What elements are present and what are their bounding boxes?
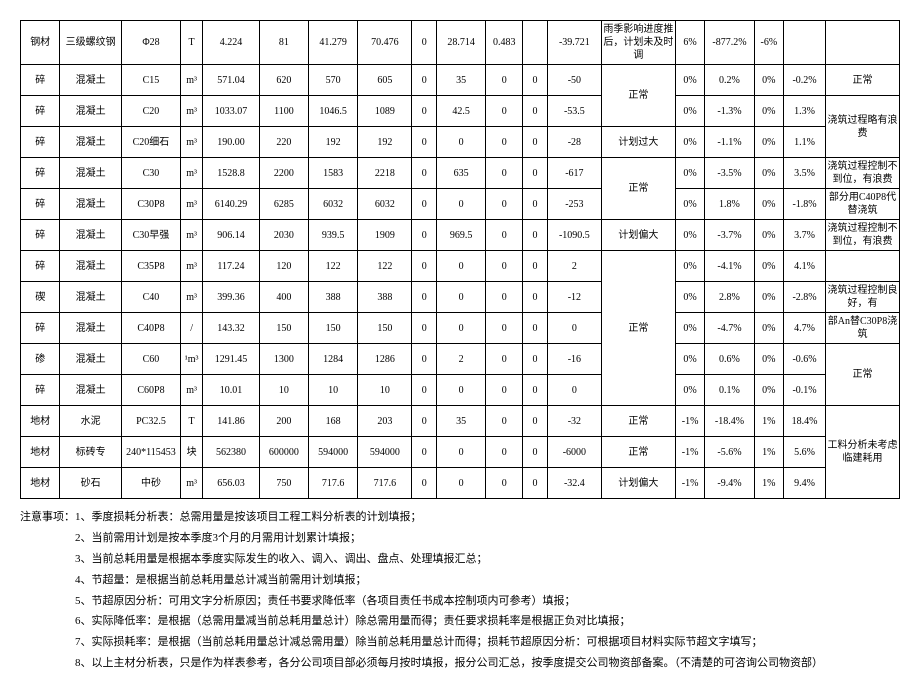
table-row: 地材砂石中砂m³ 656.03750717.6717.6 0000 -32.4计… (21, 468, 900, 499)
table-row: 碎混凝土C60P8m³ 10.01101010 0000 00%0.1% 0%-… (21, 375, 900, 406)
table-row: 碶混凝土C40m³ 399.36400388388 0000 -120%2.8%… (21, 282, 900, 313)
note-8: 8、以上主材分析表，只是作为样表参考，各分公司项目部必须每月按时填报，报分公司汇… (20, 653, 900, 674)
table-row: 碎混凝土C15m³ 571.04620570605 03500 -50正常0%0… (21, 65, 900, 96)
table-row: 地材水泥PC32.5T 141.86200168203 03500 -32正常-… (21, 406, 900, 437)
table-row: 碜混凝土C60¹m³ 1291.45130012841286 0200 -160… (21, 344, 900, 375)
table-row: 碎混凝土C30P8m³ 6140.29628560326032 0000 -25… (21, 189, 900, 220)
table-row: 钢材三级螺纹钢Φ28T 4.2248141.27970.476 028.7140… (21, 21, 900, 65)
note-1: 1、季度损耗分析表：总需用量是按该项目工程工料分析表的计划填报； (75, 511, 422, 523)
table-row: 地材标砖专240*115453块 56238060000059400059400… (21, 437, 900, 468)
table-row: 碎混凝土C30早强m³ 906.142030939.51909 0969.500… (21, 220, 900, 251)
note-2: 2、当前需用计划是按本季度3个月的月需用计划累计填报； (20, 528, 900, 549)
note-7: 7、实际损耗率：是根据（当前总耗用量总计减总需用量）除当前总耗用量总计而得；损耗… (20, 632, 900, 653)
notes-block: 注意事项：1、季度损耗分析表：总需用量是按该项目工程工料分析表的计划填报； 2、… (20, 507, 900, 674)
note-4: 4、节超量：是根据当前总耗用量总计减当前需用计划填报； (20, 570, 900, 591)
note-6: 6、实际降低率：是根据（总需用量减当前总耗用量总计）除总需用量而得；责任要求损耗… (20, 611, 900, 632)
table-row: 碎混凝土C30m³ 1528.8220015832218 063500 -617… (21, 158, 900, 189)
table-row: 碎混凝土C35P8m³ 117.24120122122 0000 2正常0%-4… (21, 251, 900, 282)
material-table: 钢材三级螺纹钢Φ28T 4.2248141.27970.476 028.7140… (20, 20, 900, 499)
note-3: 3、当前总耗用量是根据本季度实际发生的收入、调入、调出、盘点、处理填报汇总； (20, 549, 900, 570)
table-row: 碎混凝土C40P8/ 143.32150150150 0000 00%-4.7%… (21, 313, 900, 344)
table-row: 碎混凝土C20细石m³ 190.00220192192 0000 -28计划过大… (21, 127, 900, 158)
note-5: 5、节超原因分析：可用文字分析原因；责任书要求降低率（各项目责任书成本控制项内可… (20, 591, 900, 612)
table-row: 碎混凝土C20m³ 1033.0711001046.51089 042.500 … (21, 96, 900, 127)
notes-lead: 注意事项： (20, 507, 75, 528)
